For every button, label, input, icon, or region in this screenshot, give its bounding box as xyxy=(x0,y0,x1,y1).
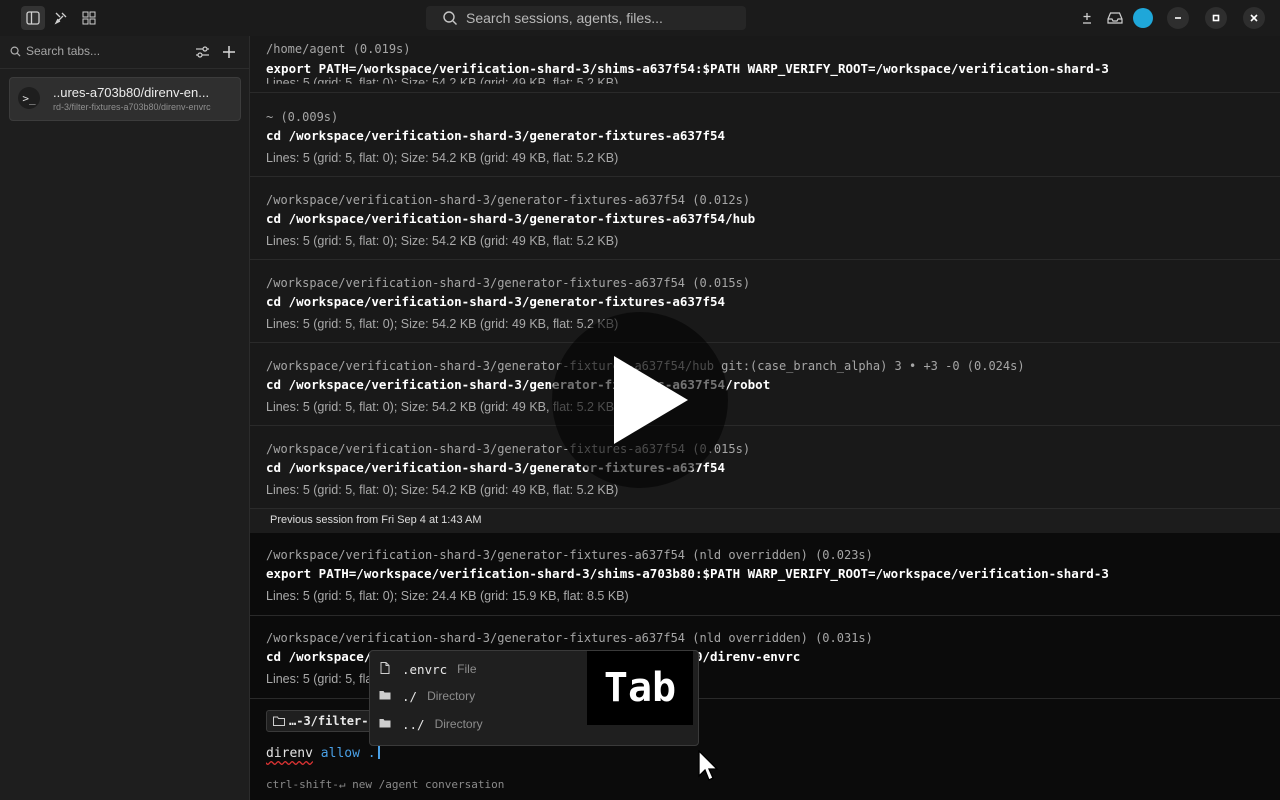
input-hint: ctrl-shift-↵ new /agent conversation xyxy=(266,778,505,791)
global-search-input[interactable]: Search sessions, agents, files... xyxy=(426,6,746,30)
search-icon xyxy=(10,46,21,57)
block-meta: ~ (0.009s) xyxy=(266,110,339,124)
mouse-cursor-icon xyxy=(698,750,719,781)
input-command-word: direnv xyxy=(266,746,313,761)
command-block[interactable]: ~ (0.009s) cd /workspace/verification-sh… xyxy=(250,93,1280,177)
command-block[interactable]: /workspace/verification-shard-3/generato… xyxy=(250,260,1280,343)
input-args: allow . xyxy=(320,746,376,761)
completion-item[interactable]: ./ Directory xyxy=(370,683,586,709)
sidebar-tab-direnv[interactable]: >_ ..ures-a703b80/direnv-en... rd-3/filt… xyxy=(9,77,241,121)
block-command: export PATH=/workspace/verification-shar… xyxy=(266,61,1109,76)
minimize-icon[interactable] xyxy=(1167,7,1189,29)
tools-icon[interactable] xyxy=(49,6,73,30)
keystroke-overlay: Tab xyxy=(587,651,693,725)
completion-kind: File xyxy=(457,662,477,676)
folder-icon xyxy=(273,716,285,726)
session-divider: Previous session from Fri Sep 4 at 1:43 … xyxy=(250,508,1280,534)
tab-title: ..ures-a703b80/direnv-en... xyxy=(53,85,210,100)
avatar[interactable] xyxy=(1133,8,1153,28)
session-divider-label: Previous session from Fri Sep 4 at 1:43 … xyxy=(270,514,482,526)
command-block[interactable]: /workspace/verification-shard-3/generato… xyxy=(250,533,1280,616)
block-meta: /workspace/verification-shard-3/generato… xyxy=(266,631,873,645)
block-output: Lines: 5 (grid: 5, flat: 0); Size: 54.2 … xyxy=(266,151,619,165)
block-command: cd /workspace/verification-shard-3/gener… xyxy=(266,294,726,309)
completion-value: ../ xyxy=(402,716,425,732)
block-command: cd /workspace/verification-shard-3/gener… xyxy=(266,211,756,226)
close-icon[interactable] xyxy=(1243,7,1265,29)
completion-item[interactable]: .envrc File xyxy=(370,656,586,682)
folder-icon xyxy=(378,718,392,731)
block-output: Lines: 5 (grid: 5, flat: 0); Size: 54.2 … xyxy=(266,234,619,248)
tab-subtitle: rd-3/filter-fixtures-a703b80/direnv-envr… xyxy=(53,102,211,112)
completion-kind: Directory xyxy=(427,689,476,703)
search-icon xyxy=(443,11,457,25)
tabs-sidebar: Search tabs... >_ ..ures-a703b80/direnv-… xyxy=(0,36,250,800)
block-output: Lines: 5 (grid: 5, flat: 0); Size: 24.4 … xyxy=(266,589,629,603)
block-meta: /workspace/verification-shard-3/generato… xyxy=(266,193,751,207)
completion-value: .envrc xyxy=(402,661,448,677)
block-command: export PATH=/workspace/verification-shar… xyxy=(266,566,1109,581)
file-icon xyxy=(378,661,392,677)
command-block[interactable]: /home/agent (0.019s) export PATH=/worksp… xyxy=(250,36,1280,93)
block-meta: /home/agent (0.019s) xyxy=(266,42,411,56)
title-bar: Search sessions, agents, files... xyxy=(0,0,1280,36)
command-block[interactable]: /workspace/verification-shard-3/generato… xyxy=(250,177,1280,260)
block-output: Lines: 5 (grid: 5, flat: 0); Size: 54.2 … xyxy=(266,76,619,90)
folder-icon xyxy=(378,690,392,703)
completion-kind: Directory xyxy=(434,717,483,731)
terminal-icon: >_ xyxy=(18,87,40,109)
new-tab-icon[interactable] xyxy=(222,45,236,59)
plus-minus-icon[interactable] xyxy=(1075,6,1099,30)
inbox-icon[interactable] xyxy=(1103,6,1127,30)
command-block[interactable]: /workspace/verification-shard-3/generato… xyxy=(250,343,1280,426)
sidebar-toggle-icon[interactable] xyxy=(21,6,45,30)
tab-search[interactable]: Search tabs... xyxy=(0,36,249,69)
filter-icon[interactable] xyxy=(195,45,210,59)
completion-item[interactable]: ../ Directory xyxy=(370,711,586,737)
block-meta: /workspace/verification-shard-3/generato… xyxy=(266,276,751,290)
completion-menu: .envrc File ./ Directory ../ Directory T… xyxy=(369,650,699,746)
play-button[interactable] xyxy=(552,312,728,488)
block-meta: /workspace/verification-shard-3/generato… xyxy=(266,548,873,562)
search-placeholder: Search sessions, agents, files... xyxy=(466,10,663,26)
text-caret xyxy=(377,744,380,759)
play-icon xyxy=(614,356,688,444)
restore-icon[interactable] xyxy=(1205,7,1227,29)
block-command: cd /workspace/verification-shard-3/gener… xyxy=(266,128,726,143)
command-input[interactable]: direnv allow . xyxy=(266,744,380,761)
command-block[interactable]: /workspace/verification-shard-3/generato… xyxy=(250,426,1280,509)
completion-value: ./ xyxy=(402,688,418,704)
tab-search-placeholder: Search tabs... xyxy=(26,44,101,58)
grid-icon[interactable] xyxy=(77,6,101,30)
